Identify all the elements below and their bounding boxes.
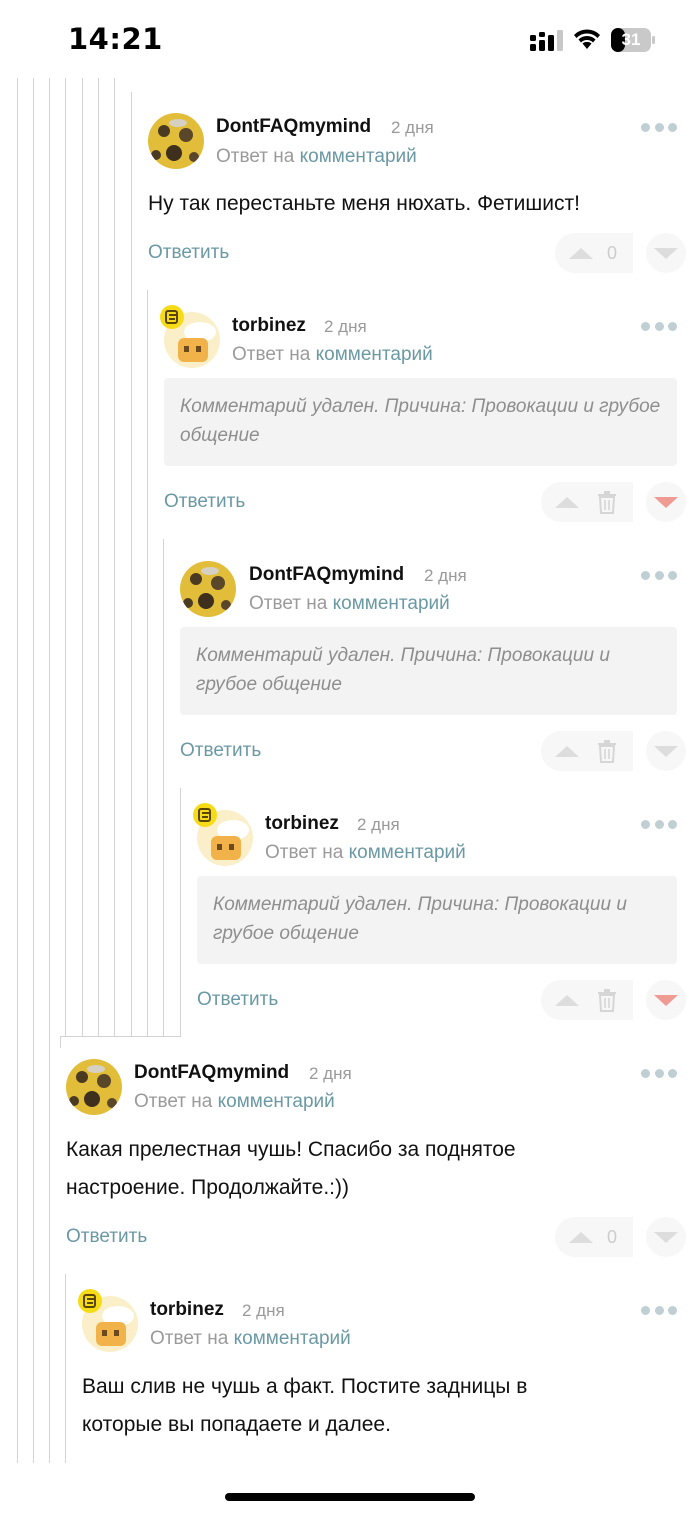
upvote-button[interactable] [541,482,633,522]
comment-date: 2 дня [309,1064,352,1083]
downvote-button[interactable] [646,731,686,771]
avatar[interactable] [66,1059,122,1115]
comment-text: Какая прелестная чушь! Спасибо за поднят… [66,1138,516,1199]
author-name[interactable]: torbinez [150,1299,224,1321]
reply-to: Ответ на комментарий [134,1091,335,1112]
downvote-button[interactable] [646,233,686,273]
upvote-button[interactable]: 0 [555,1217,633,1257]
trash-icon[interactable] [596,739,618,763]
comment-date: 2 дня [324,317,367,336]
vote-count: 0 [607,1227,618,1247]
upvote-button[interactable] [541,980,633,1020]
more-dots-icon[interactable] [641,820,677,830]
more-dots-icon[interactable] [641,1069,677,1079]
home-indicator[interactable] [225,1493,475,1501]
reply-to: Ответ на комментарий [216,146,417,167]
reply-to: Ответ на комментарий [232,344,433,365]
upvote-button[interactable]: 0 [555,233,633,273]
upvote-icon [555,497,579,508]
status-bar: 14:21 31 [0,0,700,80]
wifi-icon [574,29,600,49]
upvote-icon [555,746,579,757]
author-name[interactable]: DontFAQmymind [249,564,404,586]
vote-count: 0 [607,243,618,263]
deleted-notice: Комментарий удален. Причина: Провокации … [197,876,677,964]
downvote-icon [654,995,678,1006]
author-name[interactable]: DontFAQmymind [134,1062,289,1084]
reply-to: Ответ на комментарий [150,1328,351,1349]
reply-button[interactable]: Ответить [164,491,245,513]
upvote-icon [569,248,593,259]
comment-date: 2 дня [424,566,467,585]
reply-to-link[interactable]: комментарий [234,1328,351,1349]
more-dots-icon[interactable] [641,322,677,332]
author-name[interactable]: torbinez [265,813,339,835]
downvote-icon [654,1232,678,1243]
signal-icon [530,30,563,51]
trash-icon[interactable] [596,988,618,1012]
user-badge-icon [193,803,217,827]
more-dots-icon[interactable] [641,1306,677,1316]
user-badge-icon [78,1289,102,1313]
reply-to-link[interactable]: комментарий [349,842,466,863]
downvote-button[interactable] [646,482,686,522]
reply-to-link[interactable]: комментарий [316,344,433,365]
comment-text: Ну так перестаньте меня нюхать. Фетишист… [148,192,580,215]
reply-to-link[interactable]: комментарий [218,1091,335,1112]
upvote-icon [569,1232,593,1243]
status-time: 14:21 [68,22,163,56]
deleted-notice: Комментарий удален. Причина: Провокации … [180,627,677,715]
upvote-button[interactable] [541,731,633,771]
downvote-icon [654,248,678,259]
battery-level: 31 [621,30,641,49]
comment-text: Ваш слив не чушь а факт. Постите задницы… [82,1375,528,1436]
reply-to: Ответ на комментарий [265,842,466,863]
avatar[interactable] [148,113,204,169]
downvote-button[interactable] [646,1217,686,1257]
deleted-notice: Комментарий удален. Причина: Провокации … [164,378,677,466]
comment-date: 2 дня [391,118,434,137]
reply-to-link[interactable]: комментарий [300,146,417,167]
downvote-icon [654,497,678,508]
downvote-button[interactable] [646,980,686,1020]
avatar[interactable] [180,561,236,617]
user-badge-icon [160,305,184,329]
reply-button[interactable]: Ответить [180,740,261,762]
comment-date: 2 дня [242,1301,285,1320]
trash-icon[interactable] [596,490,618,514]
reply-button[interactable]: Ответить [66,1226,147,1248]
reply-to: Ответ на комментарий [249,593,450,614]
downvote-icon [654,746,678,757]
author-name[interactable]: torbinez [232,315,306,337]
comment-date: 2 дня [357,815,400,834]
reply-to-link[interactable]: комментарий [333,593,450,614]
author-name[interactable]: DontFAQmymind [216,116,371,138]
more-dots-icon[interactable] [641,571,677,581]
reply-button[interactable]: Ответить [148,242,229,264]
upvote-icon [555,995,579,1006]
more-dots-icon[interactable] [641,123,677,133]
reply-button[interactable]: Ответить [197,989,278,1011]
